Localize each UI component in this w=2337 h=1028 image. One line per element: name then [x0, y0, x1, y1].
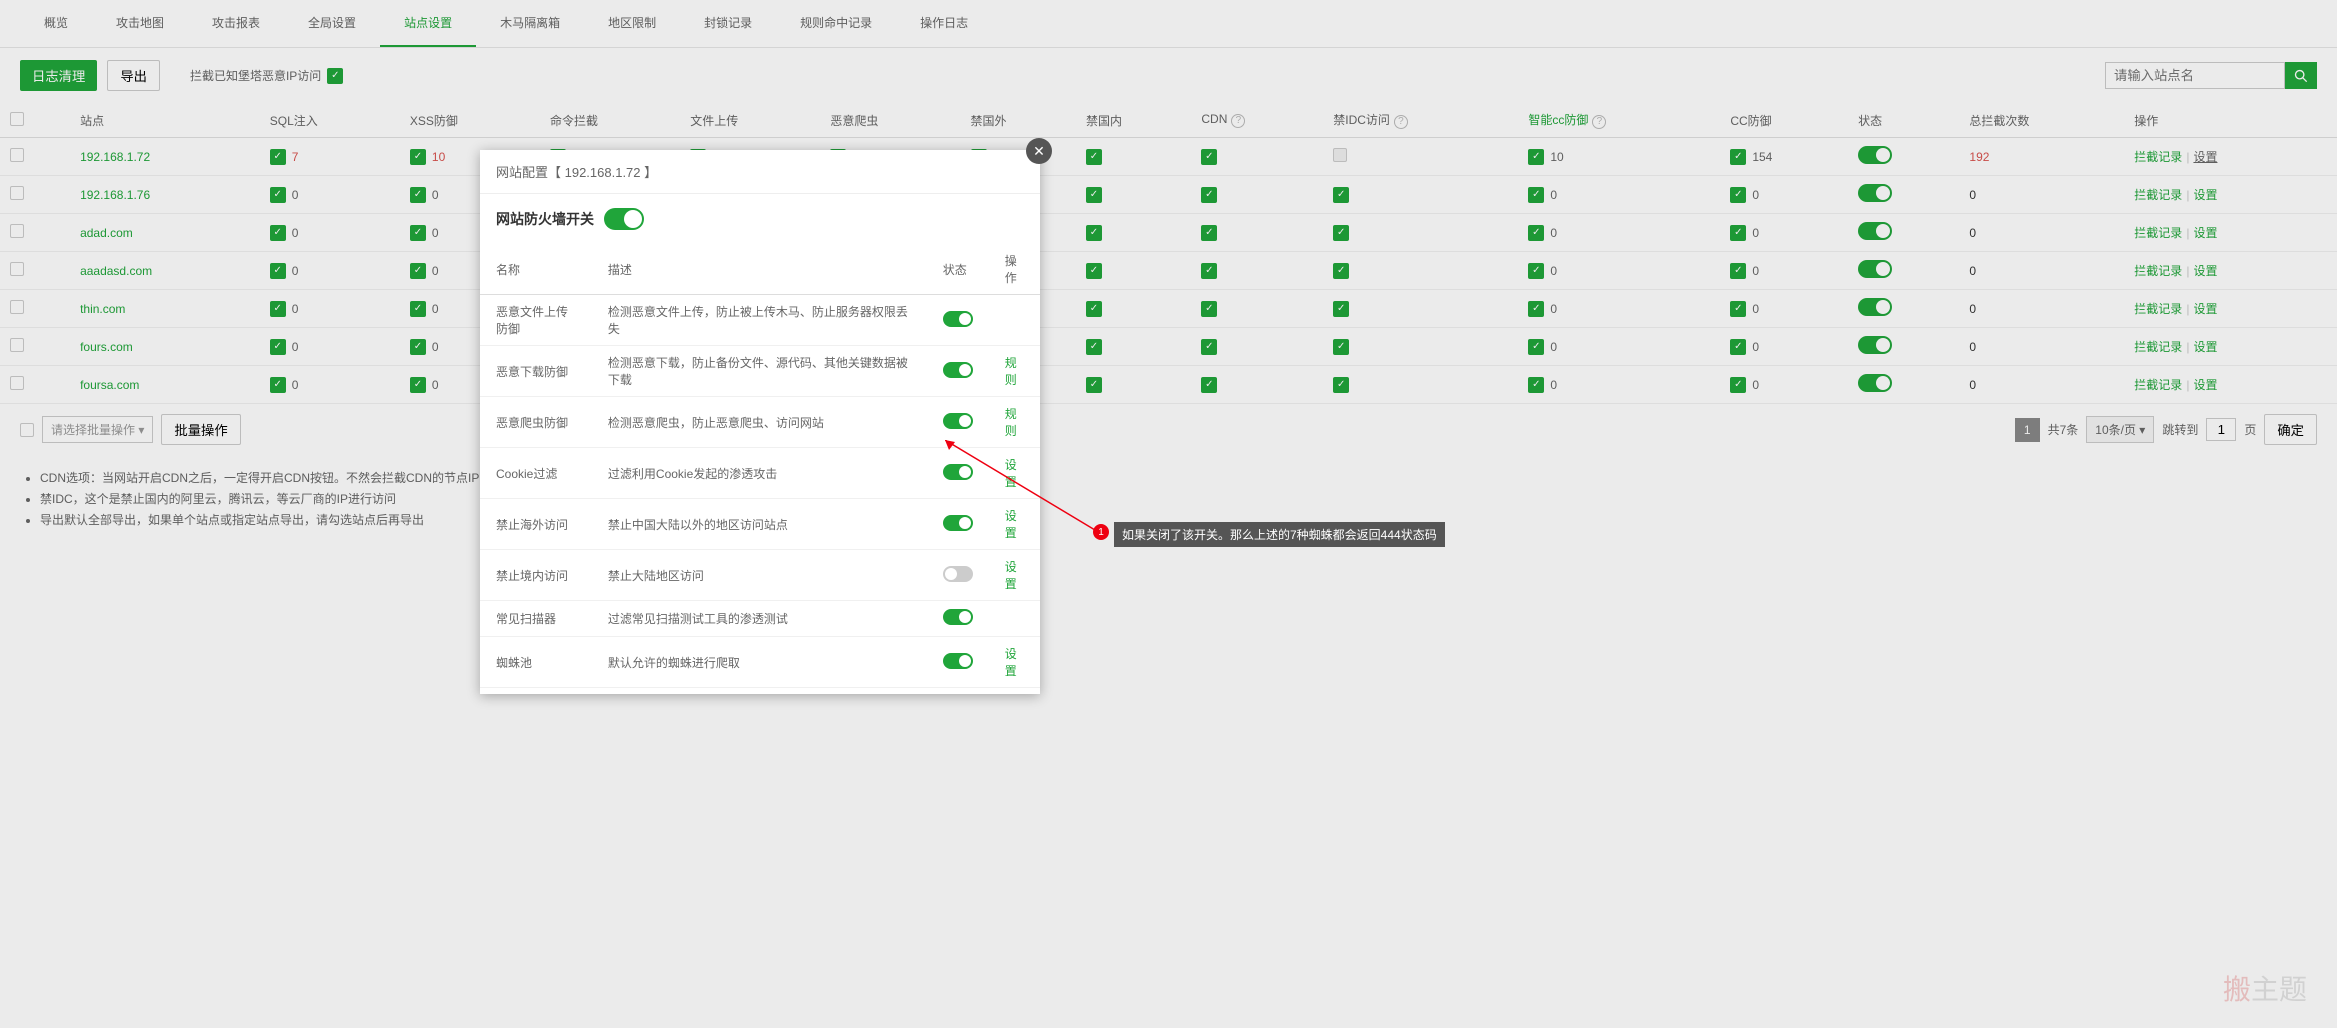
- config-row: Cookie过滤过滤利用Cookie发起的渗透攻击设置: [480, 448, 1040, 499]
- close-icon[interactable]: ✕: [1026, 138, 1052, 164]
- config-row: 使用CDN该站点使用CDN，启动后方可正确获取客户IP,默认获取请求头的最后一个…: [480, 688, 1040, 695]
- config-row: 禁止境内访问禁止大陆地区访问设置: [480, 550, 1040, 601]
- config-row: 禁止海外访问禁止中国大陆以外的地区访问站点设置: [480, 499, 1040, 550]
- config-row: 恶意爬虫防御检测恶意爬虫，防止恶意爬虫、访问网站规则: [480, 397, 1040, 448]
- modal-title: 网站配置【 192.168.1.72 】: [496, 162, 657, 181]
- config-action[interactable]: 规则: [1005, 407, 1017, 438]
- config-table: 名称描述状态操作 恶意文件上传防御检测恶意文件上传，防止被上传木马、防止服务器权…: [480, 244, 1040, 694]
- config-toggle[interactable]: [943, 362, 973, 378]
- modal-mask[interactable]: [0, 0, 2337, 1028]
- config-toggle[interactable]: [943, 311, 973, 327]
- config-toggle[interactable]: [943, 413, 973, 429]
- config-toggle[interactable]: [943, 653, 973, 669]
- config-action[interactable]: 设置: [1005, 560, 1017, 591]
- config-toggle[interactable]: [943, 609, 973, 625]
- firewall-toggle[interactable]: [604, 208, 644, 230]
- annotation-badge: 1: [1093, 524, 1109, 540]
- config-row: 常见扫描器过滤常见扫描测试工具的渗透测试: [480, 601, 1040, 637]
- config-action[interactable]: 设置: [1005, 509, 1017, 540]
- config-toggle[interactable]: [943, 464, 973, 480]
- config-row: 恶意下载防御检测恶意下载，防止备份文件、源代码、其他关键数据被下载规则: [480, 346, 1040, 397]
- config-row: 蜘蛛池默认允许的蜘蛛进行爬取设置: [480, 637, 1040, 688]
- annotation-text: 如果关闭了该开关。那么上述的7种蜘蛛都会返回444状态码: [1114, 522, 1445, 547]
- config-action[interactable]: 规则: [1005, 356, 1017, 387]
- site-config-modal: ✕ 网站配置【 192.168.1.72 】 网站防火墙开关 名称描述状态操作 …: [480, 150, 1040, 694]
- config-action[interactable]: 设置: [1005, 647, 1017, 678]
- config-row: 恶意文件上传防御检测恶意文件上传，防止被上传木马、防止服务器权限丢失: [480, 295, 1040, 346]
- config-toggle[interactable]: [943, 515, 973, 531]
- config-toggle[interactable]: [943, 566, 973, 582]
- firewall-switch-label: 网站防火墙开关: [496, 209, 594, 229]
- config-action[interactable]: 设置: [1005, 458, 1017, 489]
- watermark: 搬主题: [2223, 968, 2307, 1008]
